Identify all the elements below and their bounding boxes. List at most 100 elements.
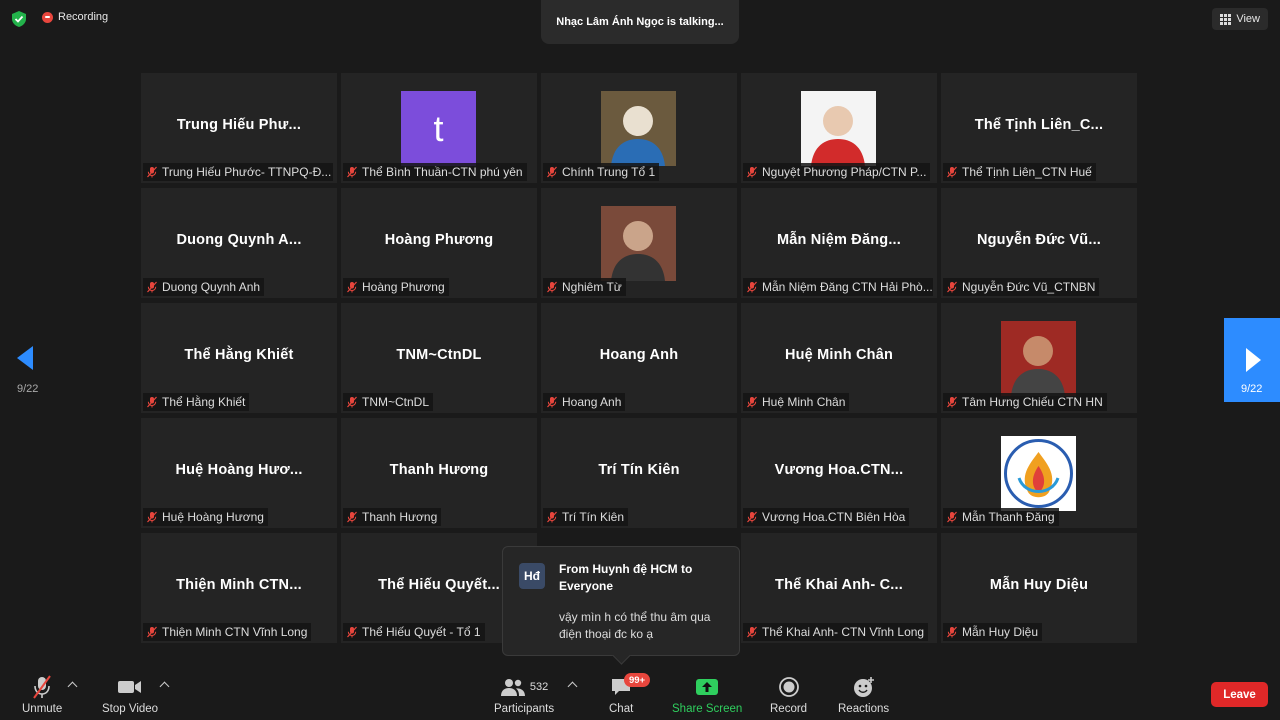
participant-name-label: Chính Trung Tổ 1 bbox=[543, 163, 660, 181]
mic-muted-icon bbox=[147, 281, 157, 293]
participant-tile[interactable]: Thiện Minh CTN... Thiện Minh CTN Vĩnh Lon… bbox=[141, 533, 337, 643]
participant-tile[interactable]: Hoàng Phương Hoàng Phương bbox=[341, 188, 537, 298]
participant-display-name: Huệ Hoàng Hươ... bbox=[175, 462, 303, 478]
participant-tile[interactable]: t Thể Bình Thuần-CTN phú yên bbox=[341, 73, 537, 183]
participant-tile[interactable]: Trung Hiếu Phư... Trung Hiếu Phước- TTNPQ… bbox=[141, 73, 337, 183]
stop-video-button[interactable]: Stop Video bbox=[102, 674, 158, 715]
participants-button[interactable]: 532 Participants bbox=[494, 674, 554, 715]
participant-tile[interactable]: Thanh Hương Thanh Hương bbox=[341, 418, 537, 528]
participant-tile[interactable]: Thể Khai Anh- C... Thể Khai Anh- CTN Vĩnh… bbox=[741, 533, 937, 643]
mic-muted-icon bbox=[947, 511, 957, 523]
share-screen-button[interactable]: Share Screen bbox=[672, 674, 742, 715]
participant-avatar-photo bbox=[801, 91, 876, 166]
mic-muted-icon bbox=[347, 626, 357, 638]
mic-muted-icon bbox=[147, 396, 157, 408]
participant-tile[interactable]: Huệ Hoàng Hươ... Huệ Hoàng Hương bbox=[141, 418, 337, 528]
chat-notification[interactable]: Hđ From Huynh đệ HCM to Everyone vậy mìn… bbox=[502, 546, 740, 656]
next-page-button[interactable]: 9/22 bbox=[1224, 318, 1280, 402]
chat-sender: From Huynh đệ HCM to Everyone bbox=[559, 562, 693, 593]
participant-avatar-photo bbox=[601, 206, 676, 281]
reactions-label: Reactions bbox=[838, 703, 890, 715]
participant-name-label: Nguyễn Đức Vũ_CTNBN bbox=[943, 278, 1100, 296]
participant-name-label: Thanh Hương bbox=[343, 508, 442, 526]
mic-muted-icon bbox=[147, 511, 157, 523]
participant-name-label: Huệ Minh Chân bbox=[743, 393, 850, 411]
chat-message: vậy mìn h có thể thu âm qua điện thoại đ… bbox=[559, 610, 711, 641]
chat-label: Chat bbox=[609, 703, 634, 715]
view-button[interactable]: View bbox=[1212, 8, 1268, 30]
mic-muted-icon bbox=[547, 166, 557, 178]
leave-button[interactable]: Leave bbox=[1211, 682, 1268, 707]
participant-display-name: Thanh Hương bbox=[389, 462, 489, 478]
mic-muted-icon bbox=[747, 511, 757, 523]
participant-tile[interactable]: Nguyễn Đức Vũ... Nguyễn Đức Vũ_CTNBN bbox=[941, 188, 1137, 298]
share-screen-label: Share Screen bbox=[672, 703, 743, 715]
participant-name-text: Mẫn Thanh Đăng bbox=[962, 510, 1055, 524]
participant-name-label: TNM~CtnDL bbox=[343, 393, 434, 411]
participant-name-label: Thể Tịnh Liên_CTN Huế bbox=[943, 163, 1096, 181]
participant-tile[interactable]: Tâm Hưng Chiếu CTN HN bbox=[941, 303, 1137, 413]
microphone-muted-icon bbox=[31, 674, 53, 700]
participant-tile[interactable]: Nguyệt Phương Pháp/CTN P... bbox=[741, 73, 937, 183]
participant-tile[interactable]: Thể Hằng Khiết Thể Hằng Khiết bbox=[141, 303, 337, 413]
participant-tile[interactable]: Mẫn Niệm Đăng... Mẫn Niệm Đăng CTN Hải Ph… bbox=[741, 188, 937, 298]
stop-video-label: Stop Video bbox=[102, 703, 159, 715]
participant-tile[interactable]: Duong Quynh A... Duong Quynh Anh bbox=[141, 188, 337, 298]
participant-name-label: Trí Tín Kiên bbox=[543, 508, 629, 526]
recording-indicator[interactable]: Recording bbox=[42, 11, 108, 23]
unmute-button[interactable]: Unmute bbox=[22, 674, 62, 715]
participant-display-name: Thể Khai Anh- C... bbox=[775, 577, 903, 593]
reactions-button[interactable]: Reactions bbox=[838, 674, 889, 715]
participant-display-name: Trung Hiếu Phư... bbox=[176, 117, 302, 133]
participant-tile[interactable]: Chính Trung Tổ 1 bbox=[541, 73, 737, 183]
participant-display-name: Hoang Anh bbox=[599, 347, 679, 363]
participant-display-name: Thể Hằng Khiết bbox=[184, 347, 294, 363]
page-indicator-left: 9/22 bbox=[17, 383, 39, 395]
previous-page-button[interactable]: 9/22 bbox=[14, 344, 42, 404]
participant-name-text: Huệ Minh Chân bbox=[762, 395, 846, 409]
participant-tile[interactable]: Vương Hoa.CTN... Vương Hoa.CTN Biên Hòa bbox=[741, 418, 937, 528]
mic-muted-icon bbox=[947, 281, 957, 293]
mic-muted-icon bbox=[747, 396, 757, 408]
participant-name-text: Thể Bình Thuần-CTN phú yên bbox=[362, 165, 523, 179]
participant-name-label: Mẫn Niệm Đăng CTN Hải Phò... bbox=[743, 278, 933, 296]
recording-label: Recording bbox=[58, 11, 109, 23]
audio-options-caret-icon[interactable] bbox=[67, 681, 78, 692]
participant-display-name: Huệ Minh Chân bbox=[784, 347, 894, 363]
participant-tile[interactable]: Trí Tín Kiên Trí Tín Kiên bbox=[541, 418, 737, 528]
participant-tile[interactable]: Nghiêm Từ bbox=[541, 188, 737, 298]
mic-muted-icon bbox=[547, 511, 557, 523]
arrow-right-icon bbox=[1246, 348, 1261, 372]
video-camera-icon bbox=[117, 674, 143, 700]
participant-display-name: Thiện Minh CTN... bbox=[176, 577, 302, 593]
participant-display-name: Mẫn Huy Diệu bbox=[989, 577, 1089, 593]
record-button[interactable]: Record bbox=[770, 674, 807, 715]
mic-muted-icon bbox=[347, 166, 357, 178]
participant-name-label: Thể Hiếu Quyết - Tổ 1 bbox=[343, 623, 485, 641]
record-label: Record bbox=[770, 703, 808, 715]
participant-name-text: Mẫn Niệm Đăng CTN Hải Phò... bbox=[762, 280, 933, 294]
reaction-smiley-icon bbox=[852, 674, 876, 700]
participant-tile[interactable]: Mẫn Thanh Đăng bbox=[941, 418, 1137, 528]
video-options-caret-icon[interactable] bbox=[159, 681, 170, 692]
participant-name-label: Hoang Anh bbox=[543, 393, 626, 411]
participants-options-caret-icon[interactable] bbox=[567, 681, 578, 692]
record-icon bbox=[778, 674, 800, 700]
mic-muted-icon bbox=[747, 281, 757, 293]
participant-tile[interactable]: Mẫn Huy Diệu Mẫn Huy Diệu bbox=[941, 533, 1137, 643]
participant-tile[interactable]: Huệ Minh Chân Huệ Minh Chân bbox=[741, 303, 937, 413]
participant-name-label: Thể Bình Thuần-CTN phú yên bbox=[343, 163, 527, 181]
participant-tile[interactable]: Thể Tịnh Liên_C... Thể Tịnh Liên_CTN Huế bbox=[941, 73, 1137, 183]
participant-tile[interactable]: TNM~CtnDL TNM~CtnDL bbox=[341, 303, 537, 413]
participant-name-text: Chính Trung Tổ 1 bbox=[562, 165, 656, 179]
participant-tile[interactable]: Hoang Anh Hoang Anh bbox=[541, 303, 737, 413]
participant-display-name: Hoàng Phương bbox=[384, 232, 494, 248]
participant-name-text: Trí Tín Kiên bbox=[562, 510, 625, 524]
participant-name-label: Duong Quynh Anh bbox=[143, 278, 265, 296]
security-shield-icon[interactable] bbox=[10, 10, 28, 28]
participant-display-name: Duong Quynh A... bbox=[176, 232, 302, 248]
mic-muted-icon bbox=[747, 166, 757, 178]
participant-display-name: Thể Tịnh Liên_C... bbox=[974, 117, 1104, 133]
participant-avatar-photo bbox=[1001, 321, 1076, 396]
participants-count: 532 bbox=[529, 681, 549, 693]
